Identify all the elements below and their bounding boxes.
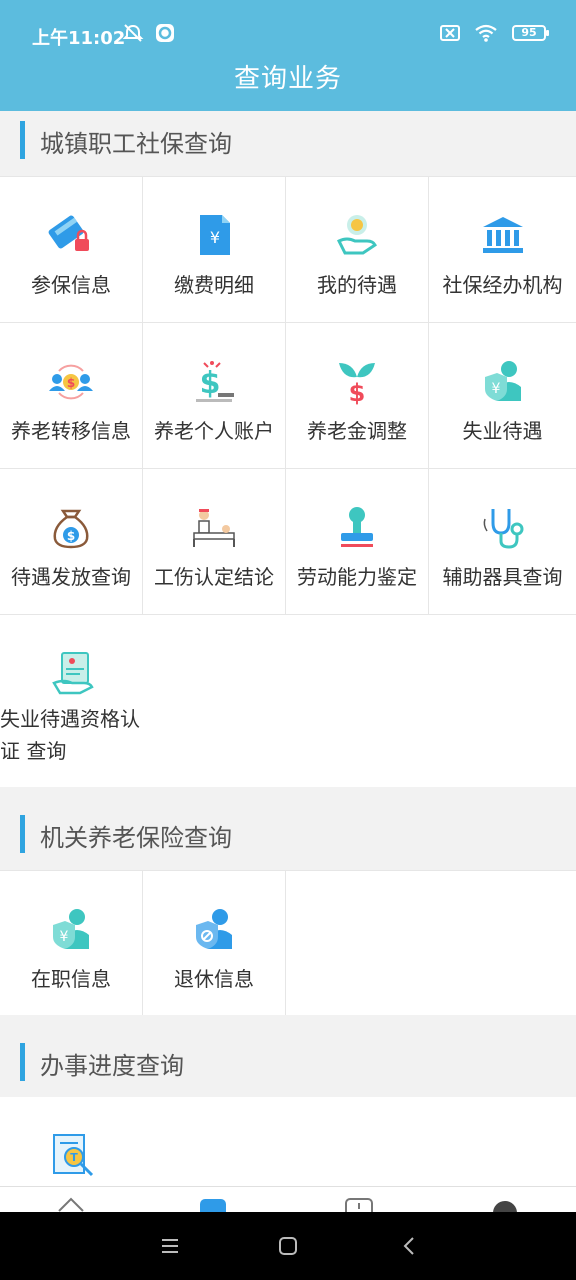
money-bag-icon: $ xyxy=(53,509,89,549)
grid-item-pension-adjust[interactable]: $ 养老金调整 xyxy=(286,323,429,468)
back-icon[interactable] xyxy=(396,1232,424,1260)
wifi-icon xyxy=(475,24,497,42)
hand-coin-icon xyxy=(336,215,377,255)
card-lock-icon xyxy=(48,215,89,251)
svg-text:$: $ xyxy=(349,379,366,405)
status-time: 上午11:02 xyxy=(32,28,126,49)
section-accent-bar xyxy=(20,815,25,853)
hospital-bed-icon xyxy=(193,509,235,547)
app-notification-icon xyxy=(156,24,174,42)
dollar-plant-icon: $ xyxy=(339,363,375,405)
grid-item-label: 参保信息 xyxy=(31,273,111,297)
grid-item-label: 退休信息 xyxy=(174,967,254,991)
grid-item-my-benefits[interactable]: 我的待遇 xyxy=(286,177,429,322)
grid-item-labor-capacity[interactable]: 劳动能力鉴定 xyxy=(286,469,429,614)
shield-person-icon: ¥ xyxy=(484,361,521,401)
grid-item-payment-detail[interactable]: ¥ 缴费明细 xyxy=(143,177,286,322)
bank-building-icon xyxy=(482,217,523,253)
grid-item-label: 社保经办机构 xyxy=(442,273,563,297)
status-bar: 上午11:02 95 xyxy=(0,0,576,60)
section-header-urban: 城镇职工社保查询 xyxy=(0,111,576,176)
svg-text:$: $ xyxy=(200,366,221,401)
grid-item-label: 我的待遇 xyxy=(317,273,397,297)
dollar-account-icon: $ xyxy=(196,361,234,402)
system-nav-bar xyxy=(0,1212,576,1280)
page-title: 查询业务 xyxy=(233,64,342,94)
grid-item-insurance-info[interactable]: 参保信息 xyxy=(0,177,143,322)
section-accent-bar xyxy=(20,121,25,159)
grid-item-assistive-devices[interactable]: 辅助器具查询 xyxy=(429,469,576,614)
grid-item-label: 工伤认定结论 xyxy=(154,565,274,589)
svg-text:$: $ xyxy=(67,529,75,543)
svg-text:¥: ¥ xyxy=(60,929,69,945)
urban-grid: 参保信息 ¥ 缴费明细 我的待遇 社保经办机构 $ 养老转移信息 $ 养老个人账… xyxy=(0,176,576,789)
grid-item-label: 待遇发放查询 xyxy=(11,565,131,589)
grid-item-progress-query[interactable]: T xyxy=(0,1097,147,1187)
grid-item-pension-transfer[interactable]: $ 养老转移信息 xyxy=(0,323,143,468)
grid-item-in-service-info[interactable]: ¥ 在职信息 xyxy=(0,871,143,1016)
gov-grid: ¥ 在职信息 退休信息 xyxy=(0,870,576,1016)
stamp-icon xyxy=(341,507,373,547)
menu-icon[interactable] xyxy=(156,1232,184,1260)
grid-item-benefit-payment[interactable]: $ 待遇发放查询 xyxy=(0,469,143,614)
section-title: 办事进度查询 xyxy=(40,1052,184,1080)
section-title: 机关养老保险查询 xyxy=(40,824,232,852)
section-header-gov: 机关养老保险查询 xyxy=(0,787,576,870)
grid-item-label: 养老转移信息 xyxy=(11,419,131,443)
grid-item-injury-conclusion[interactable]: 工伤认定结论 xyxy=(143,469,286,614)
svg-text:T: T xyxy=(70,1151,78,1164)
grid-item-label: 劳动能力鉴定 xyxy=(297,565,417,589)
section-header-progress: 办事进度查询 xyxy=(0,1015,576,1097)
people-transfer-icon: $ xyxy=(49,364,93,400)
grid-item-label: 失业待遇资格认证 查询 xyxy=(0,707,140,763)
shield-person-icon: ¥ xyxy=(53,909,89,949)
grid-item-personal-account[interactable]: $ 养老个人账户 xyxy=(143,323,286,468)
grid-item-label: 养老个人账户 xyxy=(154,419,274,443)
svg-text:¥: ¥ xyxy=(210,228,220,247)
shield-person-retired-icon xyxy=(196,909,232,949)
grid-item-agency[interactable]: 社保经办机构 xyxy=(429,177,576,322)
progress-grid: T xyxy=(0,1097,576,1187)
svg-text:¥: ¥ xyxy=(491,381,500,397)
grid-item-label: 辅助器具查询 xyxy=(442,565,563,589)
section-accent-bar xyxy=(20,1043,25,1081)
yuan-document-icon: ¥ xyxy=(200,215,230,255)
service-nav-icon[interactable] xyxy=(344,1195,374,1212)
grid-item-label: 养老金调整 xyxy=(307,419,407,443)
alarm-off-icon xyxy=(122,24,144,42)
app-header: 上午11:02 95 查询业务 xyxy=(0,0,576,111)
grid-item-label: 缴费明细 xyxy=(174,273,254,297)
home-icon[interactable] xyxy=(56,1195,86,1212)
battery-icon: 95 xyxy=(512,25,549,41)
grid-item-retirement-info[interactable]: 退休信息 xyxy=(143,871,286,1016)
section-title: 城镇职工社保查询 xyxy=(40,130,232,158)
document-search-icon: T xyxy=(52,1134,93,1177)
home-square-icon[interactable] xyxy=(274,1232,302,1260)
svg-text:$: $ xyxy=(67,376,75,390)
grid-item-label: 失业待遇 xyxy=(462,419,543,443)
bottom-nav xyxy=(0,1186,576,1212)
stethoscope-icon xyxy=(483,509,523,549)
grid-item-unemployment-benefit[interactable]: ¥ 失业待遇 xyxy=(429,323,576,468)
grid-item-unemployment-qualification[interactable]: 失业待遇资格认证 查询 xyxy=(0,615,147,789)
grid-item-label: 在职信息 xyxy=(31,967,111,991)
query-nav-icon[interactable] xyxy=(198,1195,228,1212)
profile-nav-icon[interactable] xyxy=(490,1195,520,1212)
certificate-hand-icon xyxy=(51,652,94,695)
sim-off-icon xyxy=(440,25,460,41)
